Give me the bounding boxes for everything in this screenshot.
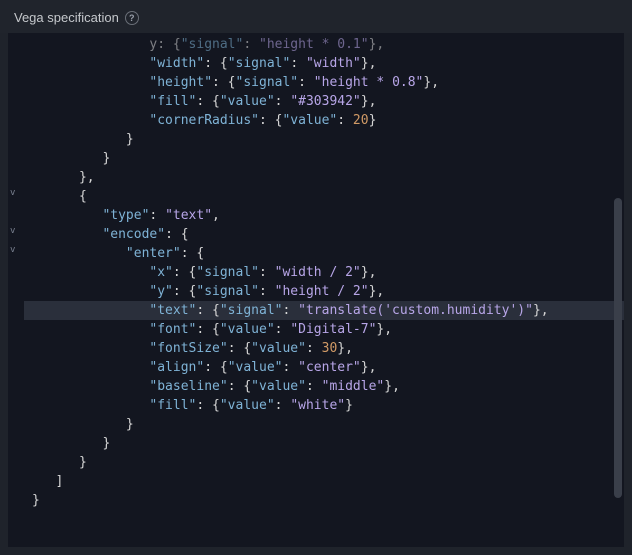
code-line[interactable]: "baseline": {"value": "middle"}, [24,377,624,396]
code-line[interactable]: "fill": {"value": "#303942"}, [24,92,624,111]
code-line[interactable]: } [24,491,624,510]
code-line[interactable]: } [24,434,624,453]
code-line[interactable]: "y": {"signal": "height / 2"}, [24,282,624,301]
code-line[interactable]: y: {"signal": "height * 0.1"}, [24,35,624,54]
vega-spec-panel: Vega specification ? vvv y: {"signal": "… [0,0,632,555]
code-line[interactable]: "enter": { [24,244,624,263]
code-line[interactable]: } [24,130,624,149]
code-area[interactable]: y: {"signal": "height * 0.1"}, "width": … [8,33,624,547]
code-line[interactable]: "width": {"signal": "width"}, [24,54,624,73]
code-line[interactable]: } [24,453,624,472]
code-line[interactable]: "fill": {"value": "white"} [24,396,624,415]
code-line[interactable]: "height": {"signal": "height * 0.8"}, [24,73,624,92]
code-line[interactable]: "font": {"value": "Digital-7"}, [24,320,624,339]
code-line[interactable]: } [24,415,624,434]
code-line[interactable]: "x": {"signal": "width / 2"}, [24,263,624,282]
help-icon[interactable]: ? [125,11,139,25]
code-line[interactable]: "cornerRadius": {"value": 20} [24,111,624,130]
code-line[interactable]: "encode": { [24,225,624,244]
panel-title: Vega specification [14,10,119,25]
code-line[interactable]: ] [24,472,624,491]
code-line[interactable]: "type": "text", [24,206,624,225]
code-line[interactable]: "align": {"value": "center"}, [24,358,624,377]
code-line[interactable]: "fontSize": {"value": 30}, [24,339,624,358]
code-line[interactable]: "text": {"signal": "translate('custom.hu… [24,301,624,320]
code-line[interactable]: } [24,149,624,168]
code-editor[interactable]: vvv y: {"signal": "height * 0.1"}, "widt… [8,33,624,547]
panel-header: Vega specification ? [0,0,632,33]
vertical-scrollbar[interactable] [614,198,622,498]
code-line[interactable]: }, [24,168,624,187]
code-line[interactable]: { [24,187,624,206]
